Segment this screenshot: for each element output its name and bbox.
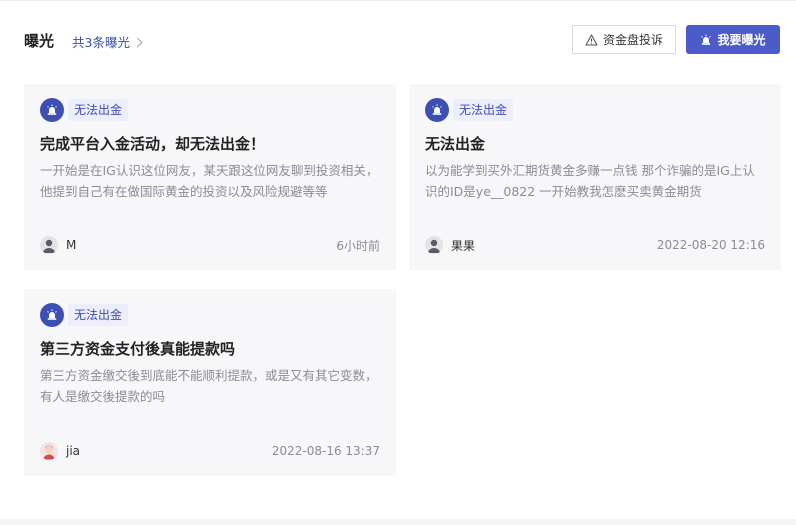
card-tag-label: 无法出金 [453,99,514,121]
card-author: 果果 [425,236,475,254]
alarm-light-icon [425,98,449,122]
card-author-name: jia [66,444,81,458]
card-time: 2022-08-20 12:16 [656,238,765,252]
card-title: 完成平台入金活动，却无法出金！ [40,135,266,153]
card-footer: jia 2022-08-16 13:37 [40,441,380,461]
card-title: 第三方资金支付後真能提款吗 [40,340,236,358]
chevron-right-icon [132,37,143,47]
card-time: 2022-08-16 13:37 [271,444,380,458]
card-footer: M 6小时前 [40,235,380,255]
card-tag: 无法出金 [40,303,129,327]
exposure-panel: 曝光 共3条曝光 资金盘投诉 我要曝光 无法出金 完成平台入金活动，却无法出金！… [0,0,796,525]
alarm-light-icon [701,34,712,45]
exposure-card[interactable]: 无法出金 完成平台入金活动，却无法出金！ 一开始是在IG认识这位网友，某天跟这位… [24,84,396,270]
card-time: 6小时前 [336,238,380,253]
alarm-light-icon [40,303,64,327]
card-tag-label: 无法出金 [68,304,129,326]
section-header: 曝光 共3条曝光 资金盘投诉 我要曝光 [24,24,780,56]
alarm-light-icon [40,98,64,122]
avatar [425,236,443,254]
exposure-count-link[interactable]: 共3条曝光 [72,32,143,51]
exposure-card[interactable]: 无法出金 无法出金 以为能学到买外汇期货黄金多赚一点钱 那个诈骗的是IG上认识的… [409,84,781,270]
card-excerpt: 一开始是在IG认识这位网友，某天跟这位网友聊到投资相关，他提到自己有在做国际黄金… [40,163,379,199]
warning-triangle-icon [585,33,598,46]
card-title: 无法出金 [425,135,486,153]
avatar [40,442,58,460]
card-tag: 无法出金 [425,98,514,122]
top-divider [0,0,796,1]
card-tag: 无法出金 [40,98,129,122]
card-tag-label: 无法出金 [68,99,129,121]
card-author-name: M [66,238,77,252]
avatar [40,236,58,254]
card-author: M [40,236,76,254]
bottom-divider [0,519,796,525]
complaint-button-label: 资金盘投诉 [602,33,663,47]
expose-button-label: 我要曝光 [717,33,766,47]
card-footer: 果果 2022-08-20 12:16 [425,235,765,255]
card-excerpt: 以为能学到买外汇期货黄金多赚一点钱 那个诈骗的是IG上认识的ID是ye__082… [425,163,755,199]
card-author: jia [40,442,80,460]
card-excerpt: 第三方资金缴交後到底能不能顺利提款，或是又有其它变数，有人是缴交後提款的吗 [40,368,378,404]
exposure-count-label: 共3条曝光 [72,35,130,50]
expose-button[interactable]: 我要曝光 [686,25,780,54]
complaint-button[interactable]: 资金盘投诉 [572,25,676,54]
card-author-name: 果果 [451,238,476,253]
exposure-card[interactable]: 无法出金 第三方资金支付後真能提款吗 第三方资金缴交後到底能不能顺利提款，或是又… [24,289,396,476]
section-title: 曝光 [24,32,55,50]
